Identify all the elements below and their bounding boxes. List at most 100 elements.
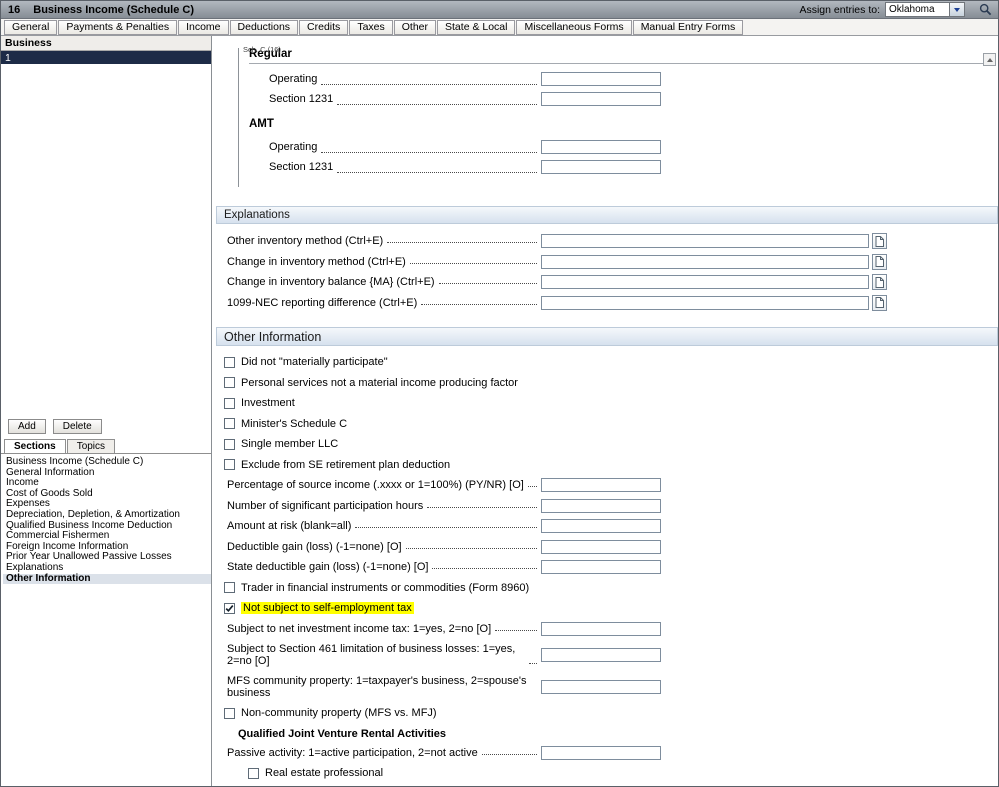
field-input[interactable] bbox=[541, 560, 661, 575]
form-tab-deductions[interactable]: Deductions bbox=[229, 19, 299, 35]
expand-entry-button[interactable] bbox=[872, 253, 887, 270]
field-input[interactable] bbox=[541, 254, 869, 269]
field-row: Deductible gain (loss) (-1=none) [O] bbox=[227, 537, 998, 558]
dotted-leader bbox=[481, 753, 537, 755]
checkbox-label: Single member LLC bbox=[241, 438, 339, 451]
expand-entry-button[interactable] bbox=[872, 294, 887, 311]
checkbox[interactable] bbox=[224, 459, 235, 471]
checkbox-row: Trader in financial instruments or commo… bbox=[224, 578, 998, 599]
field-row: Subject to net investment income tax: 1=… bbox=[227, 619, 998, 640]
form-row: Operating bbox=[269, 137, 661, 157]
field-label-group: Deductible gain (loss) (-1=none) [O] bbox=[227, 541, 541, 553]
field-input[interactable] bbox=[541, 539, 661, 554]
dotted-leader bbox=[355, 527, 537, 529]
checkbox-row: Did not "materially participate" bbox=[224, 352, 998, 373]
dotted-leader bbox=[427, 506, 537, 508]
checkbox[interactable] bbox=[224, 418, 235, 430]
checkbox[interactable] bbox=[224, 356, 235, 368]
section-list-item[interactable]: Other Information bbox=[3, 573, 211, 585]
dotted-leader bbox=[387, 242, 537, 244]
checkbox-label: Personal services not a material income … bbox=[241, 376, 518, 389]
checkbox[interactable] bbox=[224, 582, 235, 594]
document-icon bbox=[875, 276, 884, 288]
form-tab-credits[interactable]: Credits bbox=[299, 19, 349, 35]
search-icon[interactable] bbox=[977, 3, 993, 16]
field-input[interactable] bbox=[541, 680, 661, 694]
field-input[interactable] bbox=[541, 621, 661, 636]
checkbox-label: Investment bbox=[241, 397, 295, 410]
form-tab-income[interactable]: Income bbox=[178, 19, 229, 35]
delete-button[interactable]: Delete bbox=[52, 419, 102, 434]
field-label-group: Number of significant participation hour… bbox=[227, 500, 541, 512]
field-label: Amount at risk (blank=all) bbox=[227, 520, 352, 533]
checkbox[interactable] bbox=[224, 707, 235, 719]
field-input[interactable] bbox=[541, 140, 661, 154]
form-tab-general[interactable]: General bbox=[4, 19, 58, 35]
field-label: Percentage of source income (.xxxx or 1=… bbox=[227, 479, 524, 492]
checkbox[interactable] bbox=[224, 377, 235, 389]
field-input[interactable] bbox=[541, 275, 869, 290]
field-input[interactable] bbox=[541, 745, 661, 760]
business-list-item[interactable]: 1 bbox=[1, 51, 211, 64]
subsection-heading: Regular bbox=[249, 48, 995, 64]
sidebar-tab-topics[interactable]: Topics bbox=[66, 439, 116, 453]
field-label: Subject to net investment income tax: 1=… bbox=[227, 622, 492, 635]
field-input[interactable] bbox=[541, 519, 661, 534]
section-list-item[interactable]: Business Income (Schedule C) bbox=[3, 456, 211, 468]
dotted-leader bbox=[337, 172, 537, 173]
field-input[interactable] bbox=[541, 92, 661, 106]
checkbox-row: Exclude from SE retirement plan deductio… bbox=[224, 455, 998, 476]
field-input[interactable] bbox=[541, 498, 661, 513]
field-input[interactable] bbox=[541, 72, 661, 86]
field-label: Section 1231 bbox=[269, 93, 334, 105]
field-label: Deductible gain (loss) (-1=none) [O] bbox=[227, 540, 402, 553]
field-label-group: Passive activity: 1=active participation… bbox=[227, 747, 541, 759]
form-tab-bar: General Payments & Penalties Income Deducti… bbox=[1, 19, 998, 36]
section-list-item[interactable]: Explanations bbox=[3, 562, 211, 574]
field-input[interactable] bbox=[541, 295, 869, 310]
checkbox[interactable] bbox=[224, 397, 235, 409]
field-row: Subject to Section 461 limitation of bus… bbox=[227, 639, 998, 671]
document-icon bbox=[875, 297, 884, 309]
checkbox[interactable] bbox=[248, 767, 259, 779]
form-tab-payments-penalties[interactable]: Payments & Penalties bbox=[58, 19, 178, 35]
form-tab-manual-entry-forms[interactable]: Manual Entry Forms bbox=[632, 19, 744, 35]
scroll-up-arrow-icon bbox=[986, 57, 993, 62]
expand-entry-button[interactable] bbox=[872, 274, 887, 291]
form-tab-miscellaneous-forms[interactable]: Miscellaneous Forms bbox=[516, 19, 632, 35]
section-list: Business Income (Schedule C) General Info… bbox=[1, 454, 211, 585]
form-tag: Sch. C (16) bbox=[243, 45, 281, 54]
scrollbar-up-button[interactable] bbox=[983, 53, 996, 66]
explanations-header: Explanations bbox=[216, 206, 998, 224]
sidebar-tabs: Sections Topics bbox=[1, 436, 211, 454]
field-input[interactable] bbox=[541, 478, 661, 493]
dotted-leader bbox=[529, 662, 537, 664]
field-input[interactable] bbox=[541, 648, 661, 662]
checkbox-label: Non-community property (MFS vs. MFJ) bbox=[241, 707, 437, 720]
checkbox[interactable] bbox=[224, 438, 235, 450]
field-label-group: MFS community property: 1=taxpayer's bus… bbox=[227, 675, 541, 700]
form-tab-state-local[interactable]: State & Local bbox=[437, 19, 516, 35]
field-label-group: Subject to net investment income tax: 1=… bbox=[227, 623, 541, 635]
check-icon bbox=[225, 604, 234, 612]
checkbox-row: Investment bbox=[224, 393, 998, 414]
app-window: 16 Business Income (Schedule C) Assign e… bbox=[0, 0, 999, 787]
section-list-item[interactable]: Depreciation, Depletion, & Amortization bbox=[3, 509, 211, 521]
add-button[interactable]: Add bbox=[8, 419, 46, 434]
field-input[interactable] bbox=[541, 234, 869, 249]
checkbox-row: Not subject to self-employment tax bbox=[224, 598, 998, 619]
explanations-rows: Other inventory method (Ctrl+E) Change in… bbox=[216, 224, 998, 315]
checkbox-label: Minister's Schedule C bbox=[241, 417, 348, 430]
checkbox[interactable] bbox=[224, 602, 235, 614]
expand-entry-button[interactable] bbox=[872, 233, 887, 250]
field-input[interactable] bbox=[541, 160, 661, 174]
dotted-leader bbox=[405, 547, 537, 549]
form-tab-other[interactable]: Other bbox=[393, 19, 437, 35]
chevron-down-icon[interactable] bbox=[949, 3, 964, 16]
sidebar-tab-sections[interactable]: Sections bbox=[4, 439, 66, 453]
subsection-heading: AMT bbox=[249, 118, 274, 130]
field-row: Percentage of source income (.xxxx or 1=… bbox=[227, 475, 998, 496]
form-tab-taxes[interactable]: Taxes bbox=[349, 19, 393, 35]
assign-entries-dropdown[interactable]: Oklahoma bbox=[885, 2, 965, 17]
